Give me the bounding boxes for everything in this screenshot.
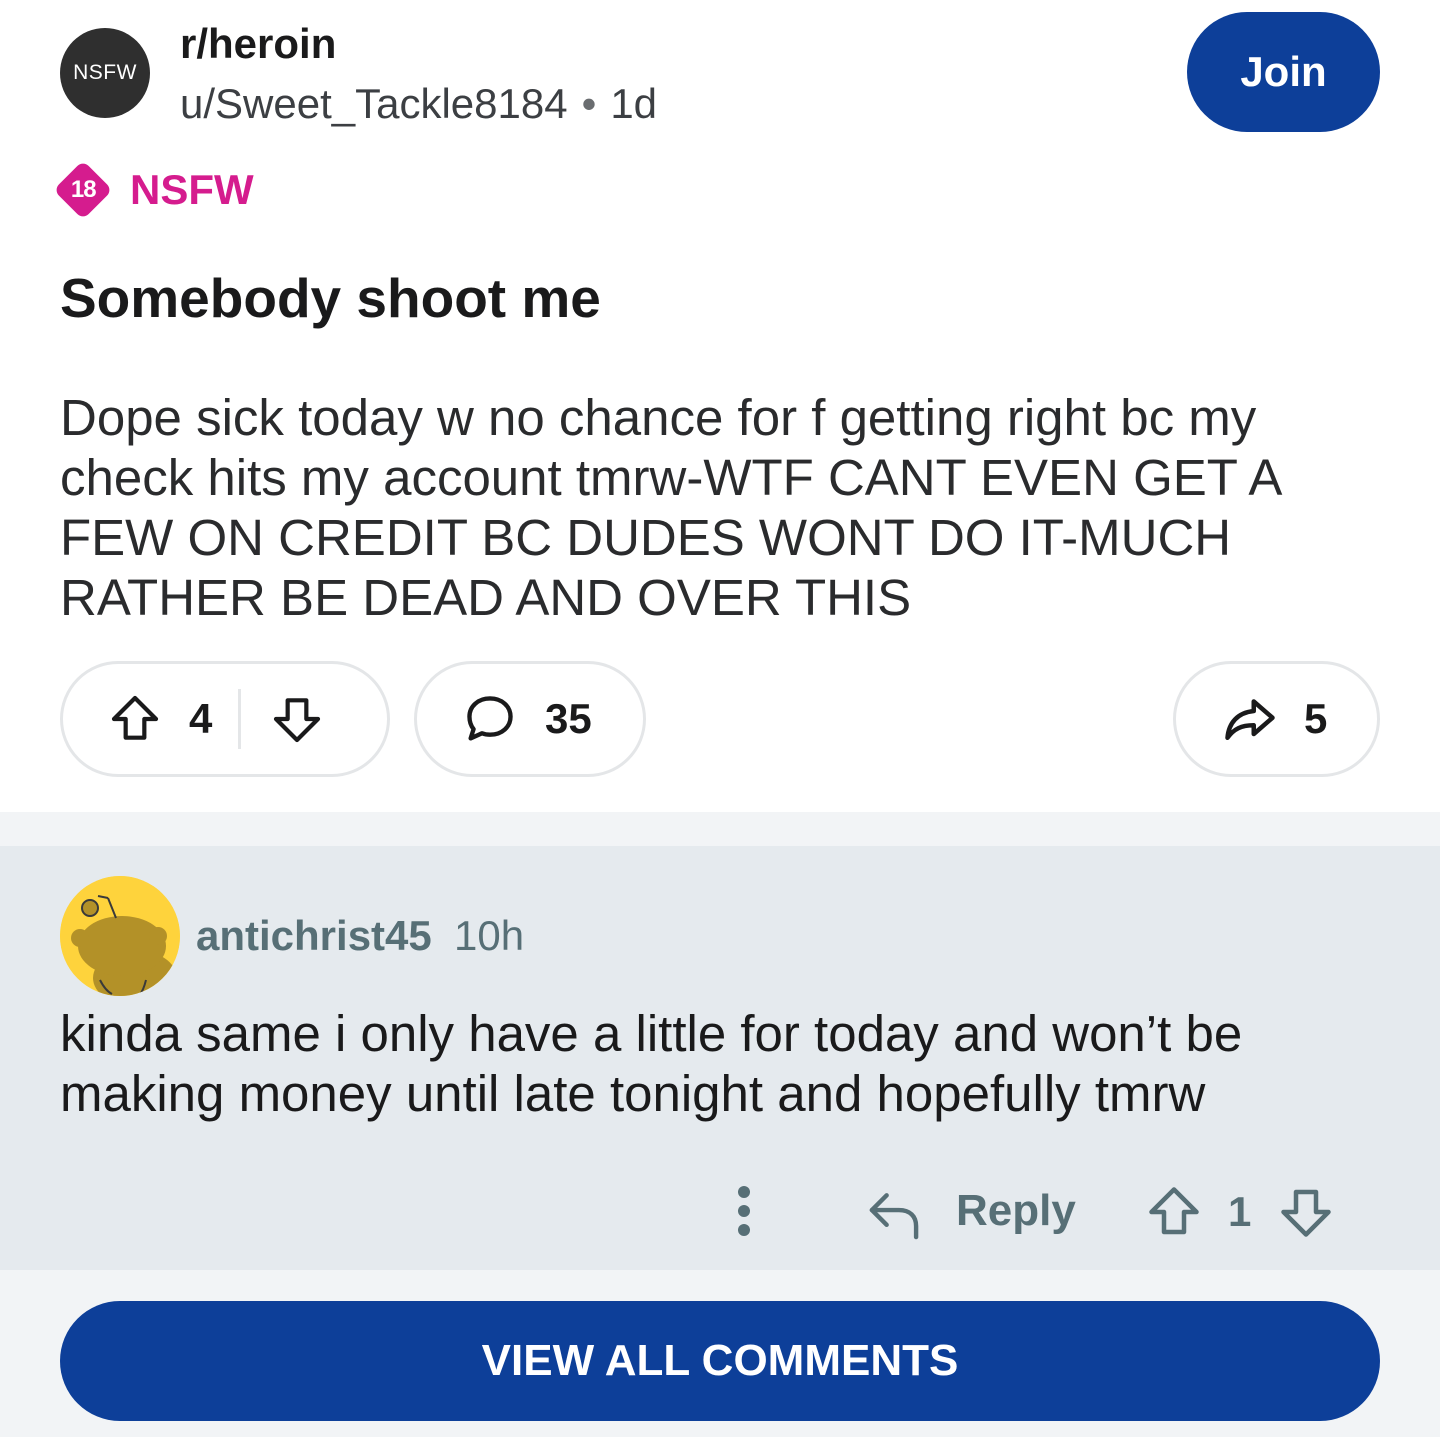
subreddit-avatar[interactable]: NSFW [60, 28, 150, 118]
snoo-avatar-icon[interactable] [60, 876, 180, 996]
share-icon [1220, 689, 1280, 749]
section-separator [0, 812, 1440, 846]
comments-button[interactable]: 35 [414, 661, 646, 777]
comment-username[interactable]: antichrist45 [196, 912, 432, 960]
downvote-icon[interactable] [269, 691, 325, 747]
nsfw-badge: 18 NSFW [53, 160, 254, 220]
comment-downvote-icon[interactable] [1276, 1182, 1336, 1247]
comment-age: 10h [454, 912, 525, 959]
comment-vote-count: 1 [1228, 1188, 1252, 1235]
view-all-comments-button[interactable]: VIEW ALL COMMENTS [60, 1301, 1380, 1421]
reply-button[interactable]: Reply [956, 1186, 1076, 1236]
comment-body: kinda same i only have a little for toda… [60, 1005, 1243, 1122]
upvote-icon[interactable] [107, 691, 163, 747]
nsfw-18-icon: 18 [53, 160, 113, 220]
nsfw-label: NSFW [130, 166, 254, 213]
more-options-icon[interactable] [724, 1182, 764, 1247]
reply-icon[interactable] [864, 1188, 924, 1247]
vote-divider [238, 689, 242, 749]
comment-icon [461, 690, 519, 748]
author-name[interactable]: u/Sweet_Tackle8184 [180, 80, 568, 127]
comment-item: antichrist45 10h kinda same i only have … [0, 846, 1440, 1270]
comment-upvote-icon[interactable] [1144, 1182, 1204, 1247]
post-age: 1d [610, 80, 658, 127]
vote-pill: 4 [60, 661, 390, 777]
avatar-nsfw-label: NSFW [73, 61, 137, 84]
comment-count: 35 [545, 695, 592, 742]
join-button[interactable]: Join [1187, 12, 1380, 132]
nsfw-age: 18 [70, 175, 96, 203]
subreddit-name[interactable]: r/heroin [180, 20, 336, 68]
post-meta: u/Sweet_Tackle8184 • 1d [180, 80, 657, 128]
share-count: 5 [1304, 695, 1328, 742]
share-button[interactable]: 5 [1173, 661, 1380, 777]
post-body: Dope sick today w no chance for f gettin… [60, 389, 1280, 626]
post-title[interactable]: Somebody shoot me [60, 266, 601, 330]
upvote-count: 4 [189, 695, 213, 742]
meta-separator: • [581, 80, 597, 127]
post-card: NSFW r/heroin u/Sweet_Tackle8184 • 1d Join… [0, 0, 1440, 812]
